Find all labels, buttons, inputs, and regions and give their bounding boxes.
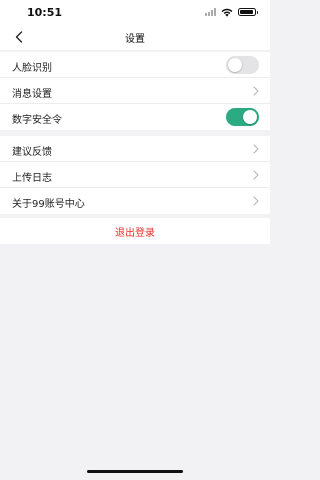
chevron-right-icon <box>253 170 259 180</box>
wifi-icon <box>221 8 233 17</box>
page-title: 设置 <box>125 34 145 45</box>
row-feedback[interactable]: 建议反馈 <box>0 136 270 162</box>
row-label: 人脸识别 <box>12 63 52 74</box>
chevron-right-icon <box>253 144 259 154</box>
row-label: 消息设置 <box>12 89 52 100</box>
digital-token-toggle[interactable] <box>226 108 259 126</box>
row-upload-log[interactable]: 上传日志 <box>0 162 270 188</box>
status-bar: 10:51 <box>0 0 270 24</box>
row-about[interactable]: 关于99账号中心 <box>0 188 270 214</box>
nav-bar: 设置 <box>0 24 270 50</box>
home-indicator[interactable] <box>87 470 183 473</box>
row-face-recognition: 人脸识别 <box>0 52 270 78</box>
row-label: 关于99账号中心 <box>12 199 85 210</box>
cellular-signal-icon <box>205 8 216 16</box>
row-label: 建议反馈 <box>12 147 52 158</box>
row-label: 上传日志 <box>12 173 52 184</box>
settings-group-security: 人脸识别 消息设置 数字安全令 <box>0 52 270 130</box>
logout-label: 退出登录 <box>115 227 155 239</box>
status-icons <box>205 7 258 17</box>
row-message-settings[interactable]: 消息设置 <box>0 78 270 104</box>
chevron-right-icon <box>253 86 259 96</box>
row-digital-token: 数字安全令 <box>0 104 270 130</box>
chevron-right-icon <box>253 196 259 206</box>
row-label: 数字安全令 <box>12 115 62 126</box>
status-time: 10:51 <box>27 6 63 19</box>
logout-button[interactable]: 退出登录 <box>0 218 270 244</box>
battery-icon <box>238 8 258 16</box>
settings-group-misc: 建议反馈 上传日志 关于99账号中心 <box>0 136 270 214</box>
face-recognition-toggle[interactable] <box>226 56 259 74</box>
